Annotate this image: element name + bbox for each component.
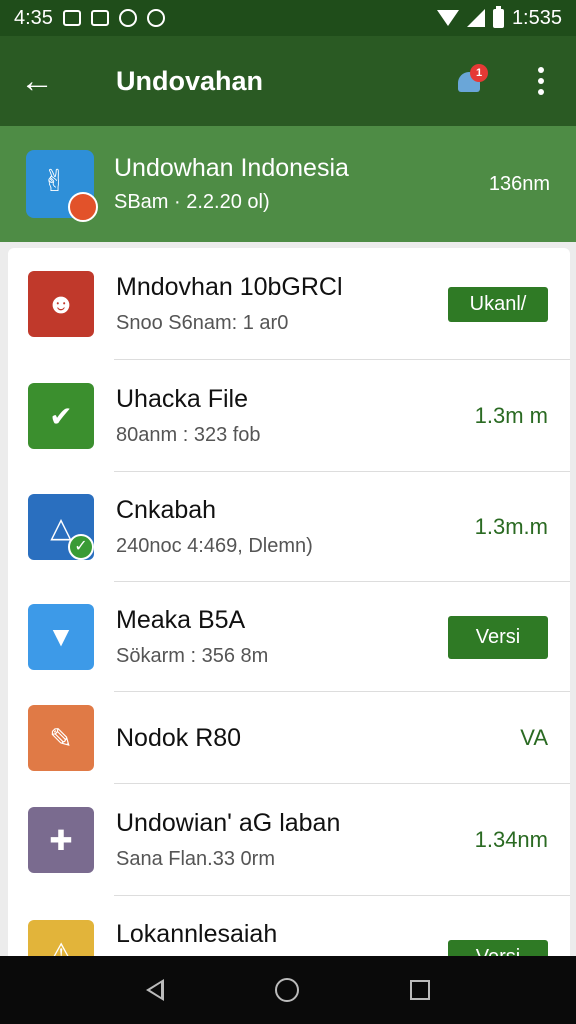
status-bar: 4:35 1:535 [0,0,576,36]
list-item[interactable]: ✔ Uhacka File 80anm : 323 fob 1.3m m [8,360,570,472]
notification-bell-icon[interactable]: 1 [454,64,488,96]
update-badge-icon [68,192,98,222]
row-title: Uhacka File [116,385,248,413]
list-item[interactable]: ▼ Meaka B5A Sökarm : 356 8m Versi [8,582,570,692]
nav-home-icon[interactable] [274,978,299,1002]
row-size: VA [520,725,548,750]
overflow-menu-icon[interactable] [526,67,556,95]
hand-glyph-icon: ✌ [42,165,68,198]
header-size: 136nm [488,172,550,195]
list-item[interactable]: ☻ Mndovhan 10bGRCl Snoo S6nam: 1 ar0 Uka… [8,248,570,360]
app-icon: ✔ [28,383,94,449]
sync-notification-icon [146,9,165,27]
row-subtitle: Sökarm : 356 8m [116,645,269,667]
system-nav-bar [0,956,576,1024]
version-button[interactable]: Versi [448,615,548,659]
row-text: Mndovhan 10bGRCl Snoo S6nam: 1 ar0 [116,273,448,335]
image-notification-icon [62,10,81,26]
media-notification-icon [90,10,109,26]
update-button[interactable]: Ukanl/ [448,286,548,322]
row-text: Lokannlesaiah [116,920,448,949]
row-text: Undowian' aG laban Sana Flan.33 0rm [116,809,475,871]
status-right: 1:535 [436,5,562,30]
list-item[interactable]: ✎ Nodok R80 VA [8,692,570,784]
row-title: Meaka B5A [116,606,246,634]
status-left: 4:35 [14,7,165,30]
app-icon: △ ✓ [28,494,94,560]
header-title: Undowhan Indonesia [114,154,349,182]
header-text: Undowhan Indonesia SBam · 2.2.20 ol) [114,154,489,214]
battery-icon [492,5,504,28]
app-icon: ✌ [26,150,98,222]
row-subtitle: 80anm : 323 fob [116,424,261,446]
header-subtitle: SBam · 2.2.20 ol) [114,191,270,213]
app-list: ☻ Mndovhan 10bGRCl Snoo S6nam: 1 ar0 Uka… [8,248,570,968]
arrow-left-icon[interactable]: ← [20,64,60,98]
row-title: Lokannlesaiah [116,920,278,948]
list-item[interactable]: ✚ Undowian' aG laban Sana Flan.33 0rm 1.… [8,784,570,896]
featured-app-header[interactable]: ✌ Undowhan Indonesia SBam · 2.2.20 ol) 1… [0,126,576,242]
status-clock: 1:535 [511,6,562,29]
row-size: 1.3m.m [474,514,548,539]
row-title: Undowian' aG laban [116,809,341,837]
nav-recents-icon[interactable] [410,980,431,1000]
row-subtitle: Snoo S6nam: 1 ar0 [116,312,289,334]
app-icon: ✎ [28,705,94,771]
notification-badge: 1 [470,64,488,82]
list-item[interactable]: △ ✓ Cnkabah 240noc 4:469, Dlemn) 1.3m.m [8,472,570,582]
row-subtitle: 240noc 4:469, Dlemn) [116,535,313,557]
app-icon: ✚ [28,807,94,873]
app-icon: ▼ [28,604,94,670]
row-title: Nodok R80 [116,723,242,752]
row-size: 1.3m m [474,403,548,428]
nav-back-icon[interactable] [145,979,164,1001]
row-text: Uhacka File 80anm : 323 fob [116,385,475,447]
row-title: Mndovhan 10bGRCl [116,273,343,301]
check-badge-icon: ✓ [68,534,94,560]
row-title: Cnkabah [116,496,217,524]
row-size: 1.34nm [474,827,548,852]
signal-icon [466,9,485,27]
camera-notification-icon [118,9,137,27]
page-title: Undovahan [116,65,264,96]
row-text: Meaka B5A Sökarm : 356 8m [116,606,448,668]
row-text: Nodok R80 [116,724,520,753]
status-time: 4:35 [14,6,53,29]
wifi-icon [436,10,459,26]
row-text: Cnkabah 240noc 4:469, Dlemn) [116,496,475,558]
app-bar: ← Undovahan 1 [0,36,576,126]
app-icon: ☻ [28,271,94,337]
row-subtitle: Sana Flan.33 0rm [116,848,275,870]
